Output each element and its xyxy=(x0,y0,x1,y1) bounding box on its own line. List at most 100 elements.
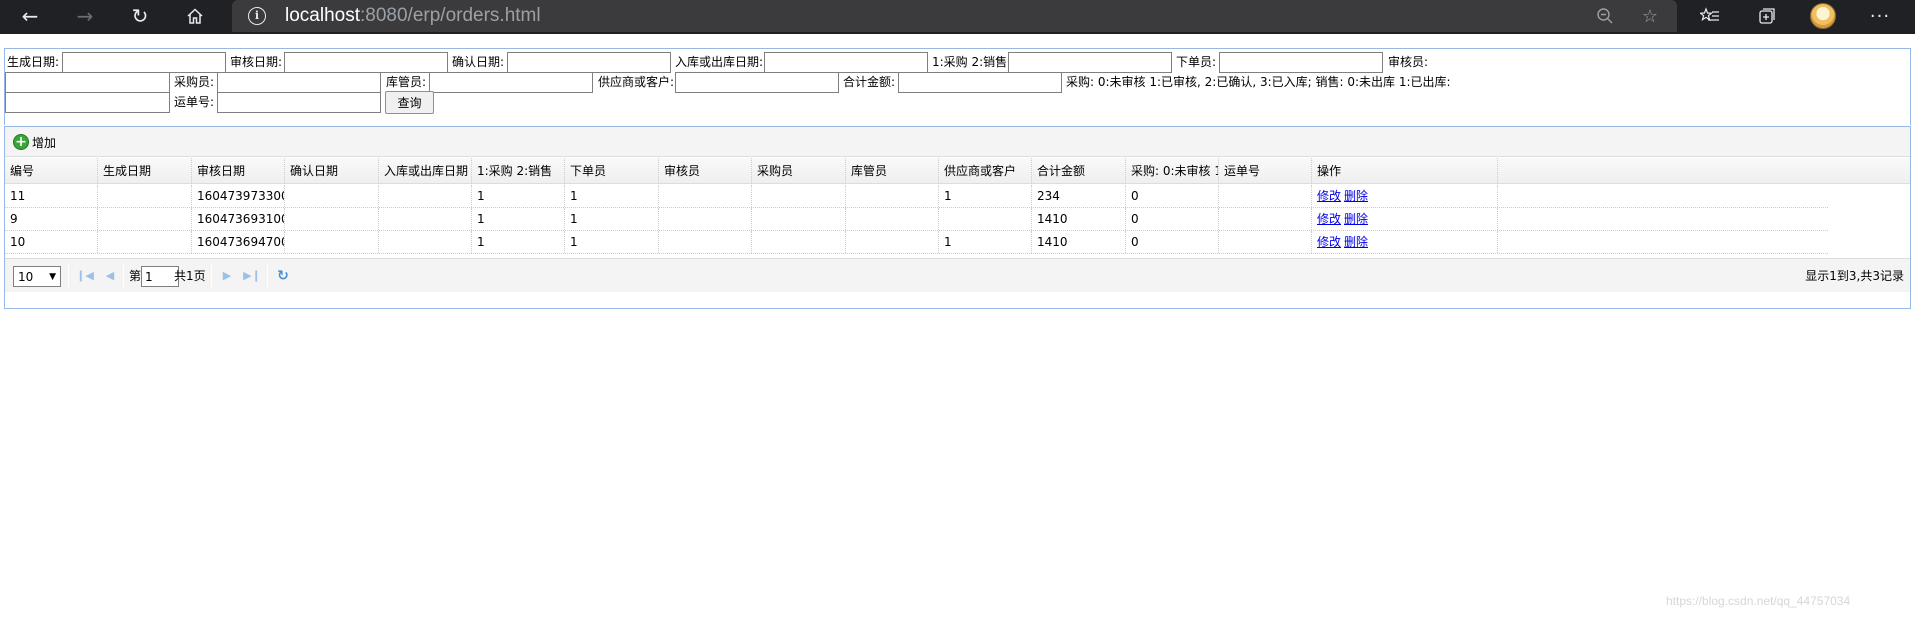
cell-inout-time xyxy=(379,185,472,207)
column-header[interactable]: 供应商或客户 xyxy=(939,158,1032,183)
refresh-icon[interactable]: ↻ xyxy=(273,267,293,285)
cell-actions: 修改 删除 xyxy=(1312,208,1498,230)
creater-input[interactable] xyxy=(1219,52,1383,73)
pagination-bar: 10 ▼ ❙◀ ◀ 第 共1页 ▶ ▶❙ ↻ 显示1到3,共3记录 xyxy=(5,258,1910,292)
column-header[interactable]: 确认日期 xyxy=(285,158,379,183)
cell-creater: 1 xyxy=(565,185,659,207)
address-url[interactable]: localhost:8080/erp/orders.html xyxy=(285,5,541,27)
column-header[interactable]: 1:采购 2:销售 xyxy=(472,158,565,183)
query-button[interactable]: 查询 xyxy=(385,91,434,114)
cell-confirm-time xyxy=(285,185,379,207)
column-header[interactable]: 操作 xyxy=(1312,158,1498,183)
total-money-input[interactable] xyxy=(898,72,1062,93)
add-button-label: 增加 xyxy=(32,135,57,150)
watermark: https://blog.csdn.net/qq_44757034 xyxy=(1666,594,1851,608)
cell-id: 9 xyxy=(5,208,98,230)
label-type: 1:采购 2:销售: xyxy=(932,55,1012,69)
cell-create-time xyxy=(98,185,192,207)
zoom-out-icon[interactable] xyxy=(1587,0,1623,32)
cell-supplier: 1 xyxy=(939,231,1032,253)
check-date-input[interactable] xyxy=(284,52,448,73)
cell-checker xyxy=(659,185,752,207)
reload-icon[interactable]: ↻ xyxy=(120,0,160,32)
cell-create-time xyxy=(98,208,192,230)
column-header[interactable]: 库管员 xyxy=(846,158,939,183)
delete-link[interactable]: 删除 xyxy=(1344,235,1368,249)
cell-actions: 修改 删除 xyxy=(1312,185,1498,207)
type-input[interactable] xyxy=(1008,52,1172,73)
ender-input[interactable] xyxy=(429,72,593,93)
supplier-input[interactable] xyxy=(675,72,839,93)
page-total-label: 共1页 xyxy=(174,269,206,283)
starter-input[interactable] xyxy=(217,72,381,93)
back-icon[interactable]: ← xyxy=(10,0,50,32)
cell-check-time: 1604739733000 xyxy=(192,185,285,207)
cell-actions: 修改 删除 xyxy=(1312,231,1498,253)
page-size-select[interactable]: 10 ▼ xyxy=(13,266,61,287)
column-header[interactable]: 入库或出库日期 xyxy=(379,158,472,183)
add-icon: + xyxy=(13,134,29,150)
edit-link[interactable]: 修改 xyxy=(1317,212,1341,226)
label-create-date: 生成日期: xyxy=(7,55,60,69)
next-page-icon[interactable]: ▶ xyxy=(217,267,237,285)
pager-separator xyxy=(211,265,212,287)
waybill-input[interactable] xyxy=(217,92,381,113)
grid-toolbar: + 增加 xyxy=(5,127,1910,157)
column-header[interactable]: 采购: 0:未审核 1:已审核 xyxy=(1126,158,1219,183)
more-menu-icon[interactable]: ··· xyxy=(1862,0,1898,32)
column-header[interactable]: 审核日期 xyxy=(192,158,285,183)
url-host: localhost xyxy=(285,5,360,26)
cell-check-time: 1604736947000 xyxy=(192,231,285,253)
delete-link[interactable]: 删除 xyxy=(1344,189,1368,203)
favorites-icon[interactable] xyxy=(1692,0,1728,32)
table-row[interactable]: 11 1604739733000 1 1 1 234 0 修改删除 xyxy=(5,185,1828,208)
cell-total-money: 1410 xyxy=(1032,231,1126,253)
cell-confirm-time xyxy=(285,231,379,253)
edit-link[interactable]: 修改 xyxy=(1317,235,1341,249)
confirm-date-input[interactable] xyxy=(507,52,671,73)
column-header[interactable]: 生成日期 xyxy=(98,158,192,183)
edit-link[interactable]: 修改 xyxy=(1317,189,1341,203)
label-check-date: 审核日期: xyxy=(230,55,283,69)
search-form: 生成日期: 审核日期: 确认日期: 入库或出库日期: 1:采购 2:销售: 下单… xyxy=(4,48,1911,125)
cell-starter xyxy=(752,231,846,253)
cell-ender xyxy=(846,208,939,230)
profile-avatar[interactable] xyxy=(1805,0,1841,32)
state-input[interactable] xyxy=(5,92,170,113)
checker-input[interactable] xyxy=(5,72,170,93)
cell-checker xyxy=(659,231,752,253)
column-header[interactable]: 审核员 xyxy=(659,158,752,183)
column-header[interactable]: 下单员 xyxy=(565,158,659,183)
cell-waybill xyxy=(1219,208,1312,230)
column-header[interactable]: 合计金额 xyxy=(1032,158,1126,183)
page-size-value: 10 xyxy=(18,269,34,284)
star-icon[interactable]: ☆ xyxy=(1632,0,1668,32)
cell-state: 0 xyxy=(1126,208,1219,230)
column-header[interactable]: 运单号 xyxy=(1219,158,1312,183)
table-row[interactable]: 10 1604736947000 1 1 1 1410 0 修改删除 xyxy=(5,231,1828,254)
delete-link[interactable]: 删除 xyxy=(1344,212,1368,226)
table-row[interactable]: 9 1604736931000 1 1 1410 0 修改删除 xyxy=(5,208,1828,231)
add-button[interactable]: + 增加 xyxy=(13,132,56,152)
column-header[interactable]: 编号 xyxy=(5,158,98,183)
label-waybill: 运单号: xyxy=(174,95,215,109)
home-icon[interactable] xyxy=(175,0,215,32)
cell-waybill xyxy=(1219,185,1312,207)
cell-creater: 1 xyxy=(565,208,659,230)
forward-icon[interactable]: → xyxy=(65,0,105,32)
prev-page-icon[interactable]: ◀ xyxy=(100,267,120,285)
cell-waybill xyxy=(1219,231,1312,253)
cell-supplier xyxy=(939,208,1032,230)
site-info-icon[interactable]: i xyxy=(248,7,266,25)
last-page-icon[interactable]: ▶❙ xyxy=(242,267,262,285)
create-date-input[interactable] xyxy=(62,52,226,73)
label-confirm-date: 确认日期: xyxy=(452,55,505,69)
inout-date-input[interactable] xyxy=(764,52,928,73)
collections-icon[interactable] xyxy=(1749,0,1785,32)
first-page-icon[interactable]: ❙◀ xyxy=(75,267,95,285)
cell-type: 1 xyxy=(472,185,565,207)
cell-ender xyxy=(846,231,939,253)
pager-info: 显示1到3,共3记录 xyxy=(1805,269,1904,283)
column-header[interactable]: 采购员 xyxy=(752,158,846,183)
cell-id: 11 xyxy=(5,185,98,207)
